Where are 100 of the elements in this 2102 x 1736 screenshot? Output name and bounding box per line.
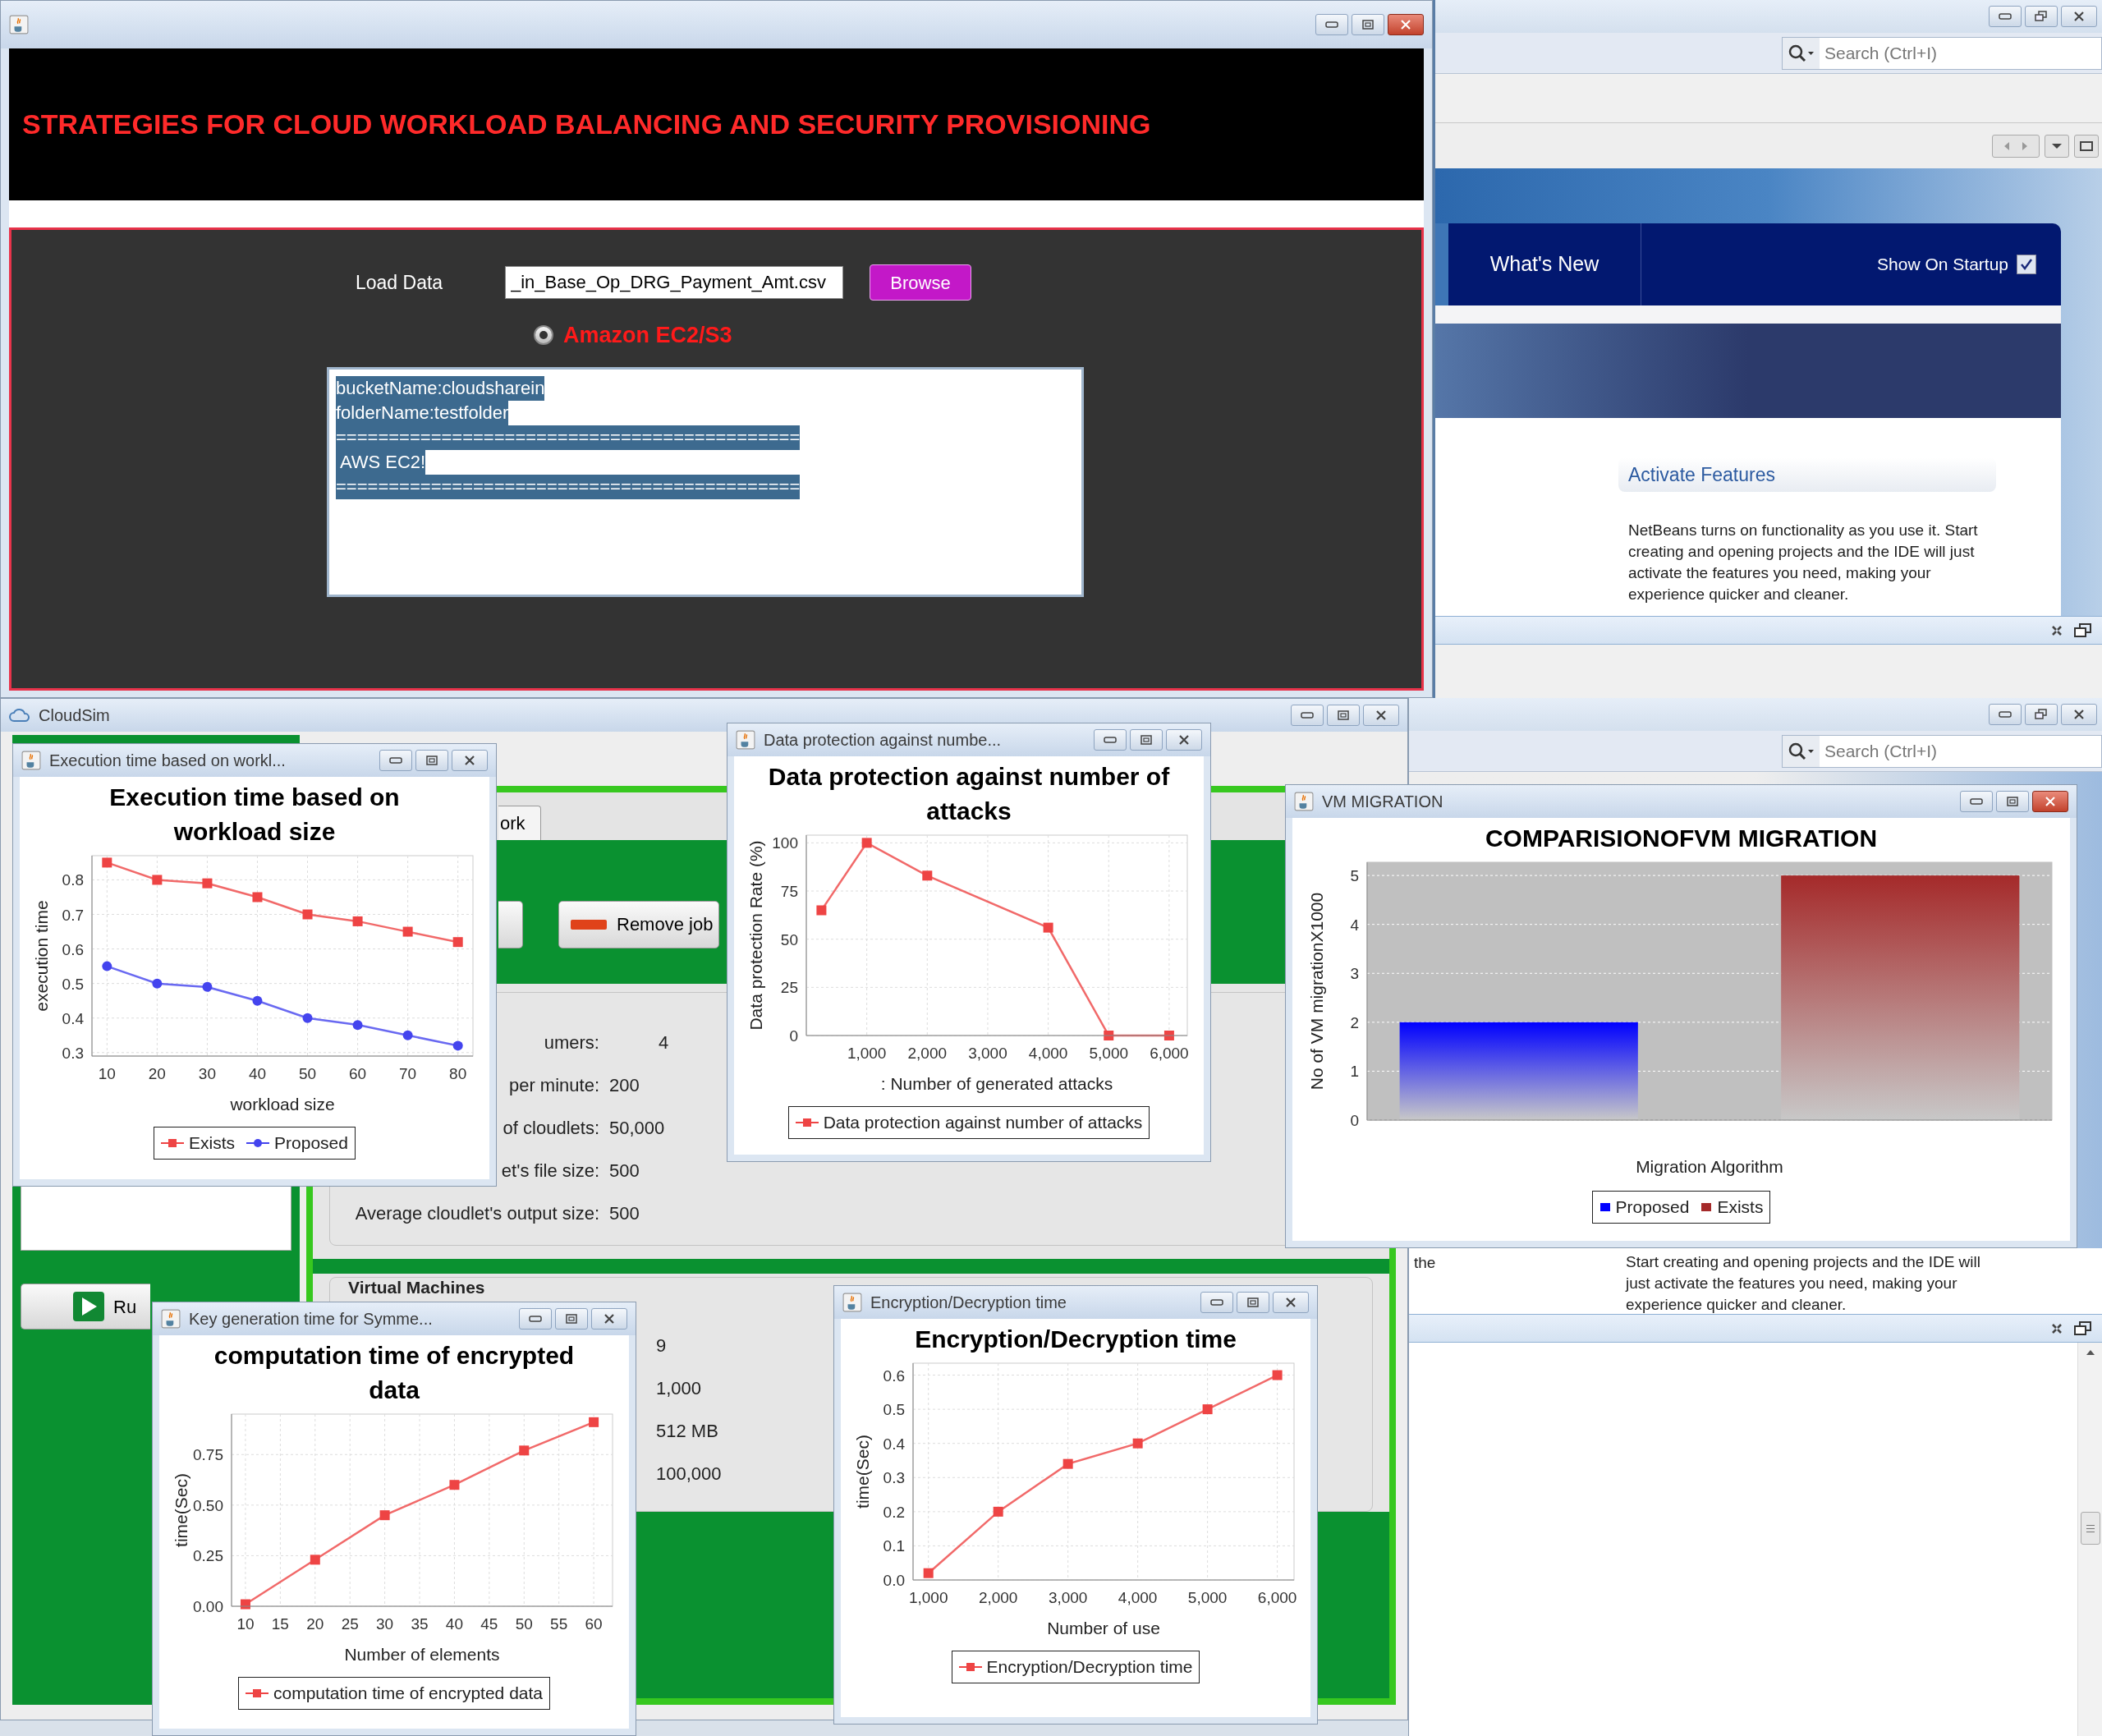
tick-label: 4 [1349, 916, 1359, 934]
minimize-button[interactable] [1960, 791, 1993, 812]
close-button[interactable] [2061, 6, 2097, 27]
data-point [449, 1480, 460, 1490]
minimize-icon [1999, 711, 2012, 718]
minimize-button[interactable] [1989, 6, 2022, 27]
toolbar-button[interactable] [498, 900, 523, 948]
restore-icon [2074, 622, 2092, 638]
maximize-icon [1140, 735, 1153, 745]
text-fragment: the [1414, 1253, 1437, 1273]
tick-label: 50 [298, 1065, 317, 1082]
minimize-button[interactable] [1989, 704, 2022, 725]
minimize-button[interactable] [1200, 1292, 1233, 1313]
maximize-button[interactable] [1996, 791, 2029, 812]
minimize-icon [1210, 1299, 1223, 1306]
tick-label: 50 [515, 1615, 533, 1633]
info-label: of cloudlets: [503, 1116, 599, 1140]
info-value: 4 [658, 1031, 669, 1054]
output-text-area[interactable]: bucketName:cloudsharein folderName:testfolder ============================================ AWS EC2! ============================================ [327, 366, 1084, 597]
axis-title: workload size [230, 1095, 335, 1114]
show-on-startup-checkbox[interactable] [2017, 255, 2036, 274]
app-icon [21, 751, 41, 770]
axis-title: Migration Algorithm [1635, 1157, 1783, 1176]
tick-label: 2 [1349, 1013, 1359, 1031]
legend-label: Encryption/Decryption time [986, 1656, 1193, 1678]
minimize-button[interactable] [379, 750, 412, 771]
tick-label: 4,000 [1028, 1045, 1068, 1062]
close-button[interactable] [1388, 14, 1424, 35]
info-value: 500 [609, 1201, 640, 1225]
restore-icon [2074, 1320, 2092, 1336]
cloud-icon [9, 708, 30, 723]
tick-label: 3,000 [968, 1045, 1007, 1062]
tick-label: 45 [480, 1615, 498, 1633]
vm-value: 100,000 [656, 1462, 722, 1486]
maximize-button[interactable] [555, 1308, 588, 1330]
data-point [452, 1040, 463, 1051]
axis-title: Data protection Rate (%) [746, 840, 765, 1031]
tab[interactable]: ork [498, 806, 541, 840]
tick-label: 1,000 [847, 1045, 887, 1062]
minimize-button[interactable] [1291, 705, 1324, 726]
run-button[interactable]: Ru [21, 1284, 150, 1330]
window-title: VM MIGRATION [1322, 792, 1443, 812]
axis-title: No of VM migrationX1000 [1306, 892, 1326, 1091]
tick-label: 10 [98, 1065, 116, 1082]
tick-label: 80 [449, 1065, 467, 1082]
minimize-icon [389, 757, 402, 764]
info-label: et's file size: [501, 1159, 599, 1183]
maximize-button[interactable] [2025, 704, 2058, 725]
axis-title: Number of use [1047, 1619, 1160, 1637]
panel-title: Virtual Machines [348, 1278, 486, 1297]
close-icon [464, 755, 475, 765]
maximize-icon [425, 755, 438, 765]
tick-label: 5,000 [1089, 1045, 1129, 1062]
vm-value: 512 MB [656, 1419, 718, 1443]
app-heading: STRATEGIES FOR CLOUD WORKLOAD BALANCING AND SECURITY PROVISIONING [22, 108, 1151, 141]
tick-label: 100 [772, 834, 798, 852]
radio-button[interactable] [534, 325, 553, 346]
tick-label: 1 [1349, 1063, 1359, 1081]
maximize-button[interactable] [1327, 705, 1360, 726]
info-label: Average cloudlet's output size: [355, 1201, 599, 1225]
tick-label: 3 [1349, 965, 1359, 983]
tick-label: 6,000 [1150, 1045, 1189, 1062]
minimize-button[interactable] [519, 1308, 552, 1330]
close-button[interactable] [452, 750, 488, 771]
tick-label: 1,000 [908, 1589, 948, 1606]
file-path-field[interactable]: _in_Base_Op_DRG_Payment_Amt.csv [505, 266, 843, 299]
scrollbar[interactable] [2077, 1343, 2102, 1736]
maximize-button[interactable] [1237, 1292, 1269, 1313]
maximize-icon [2080, 140, 2093, 151]
dropdown-button[interactable] [2045, 134, 2069, 158]
info-value: 50,000 [609, 1116, 665, 1140]
close-button[interactable] [1363, 705, 1399, 726]
close-button[interactable] [1273, 1292, 1309, 1313]
legend-label: Exists [1717, 1196, 1764, 1218]
close-button[interactable] [1166, 729, 1202, 751]
legend-label: Exists [189, 1132, 236, 1154]
minimize-button[interactable] [1315, 14, 1348, 35]
close-button[interactable] [591, 1308, 627, 1330]
info-value: 200 [609, 1073, 640, 1097]
browse-button[interactable]: Browse [870, 264, 971, 301]
minimize-button[interactable] [1094, 729, 1127, 751]
close-button[interactable] [2061, 704, 2097, 725]
tick-label: 0.1 [883, 1537, 905, 1555]
data-point [152, 978, 163, 989]
tick-label: 2,000 [978, 1589, 1018, 1606]
section-heading: Activate Features [1628, 462, 1775, 487]
legend-label: Data protection against number of attacks [823, 1112, 1143, 1133]
close-button[interactable] [2032, 791, 2068, 812]
tick-label: 0 [789, 1027, 798, 1045]
maximize-button[interactable] [1352, 14, 1384, 35]
maximize-button[interactable] [2025, 6, 2058, 27]
close-icon [604, 1314, 615, 1324]
maximize-button[interactable] [415, 750, 448, 771]
remove-job-button[interactable]: Remove job [558, 900, 719, 948]
window-title: Encryption/Decryption time [870, 1293, 1067, 1313]
tick-label: 30 [198, 1065, 216, 1082]
tick-label: 0.0 [883, 1572, 905, 1589]
maximize-button[interactable] [1130, 729, 1163, 751]
maximize-button[interactable] [2074, 134, 2099, 158]
tick-label: 0.7 [62, 906, 84, 924]
